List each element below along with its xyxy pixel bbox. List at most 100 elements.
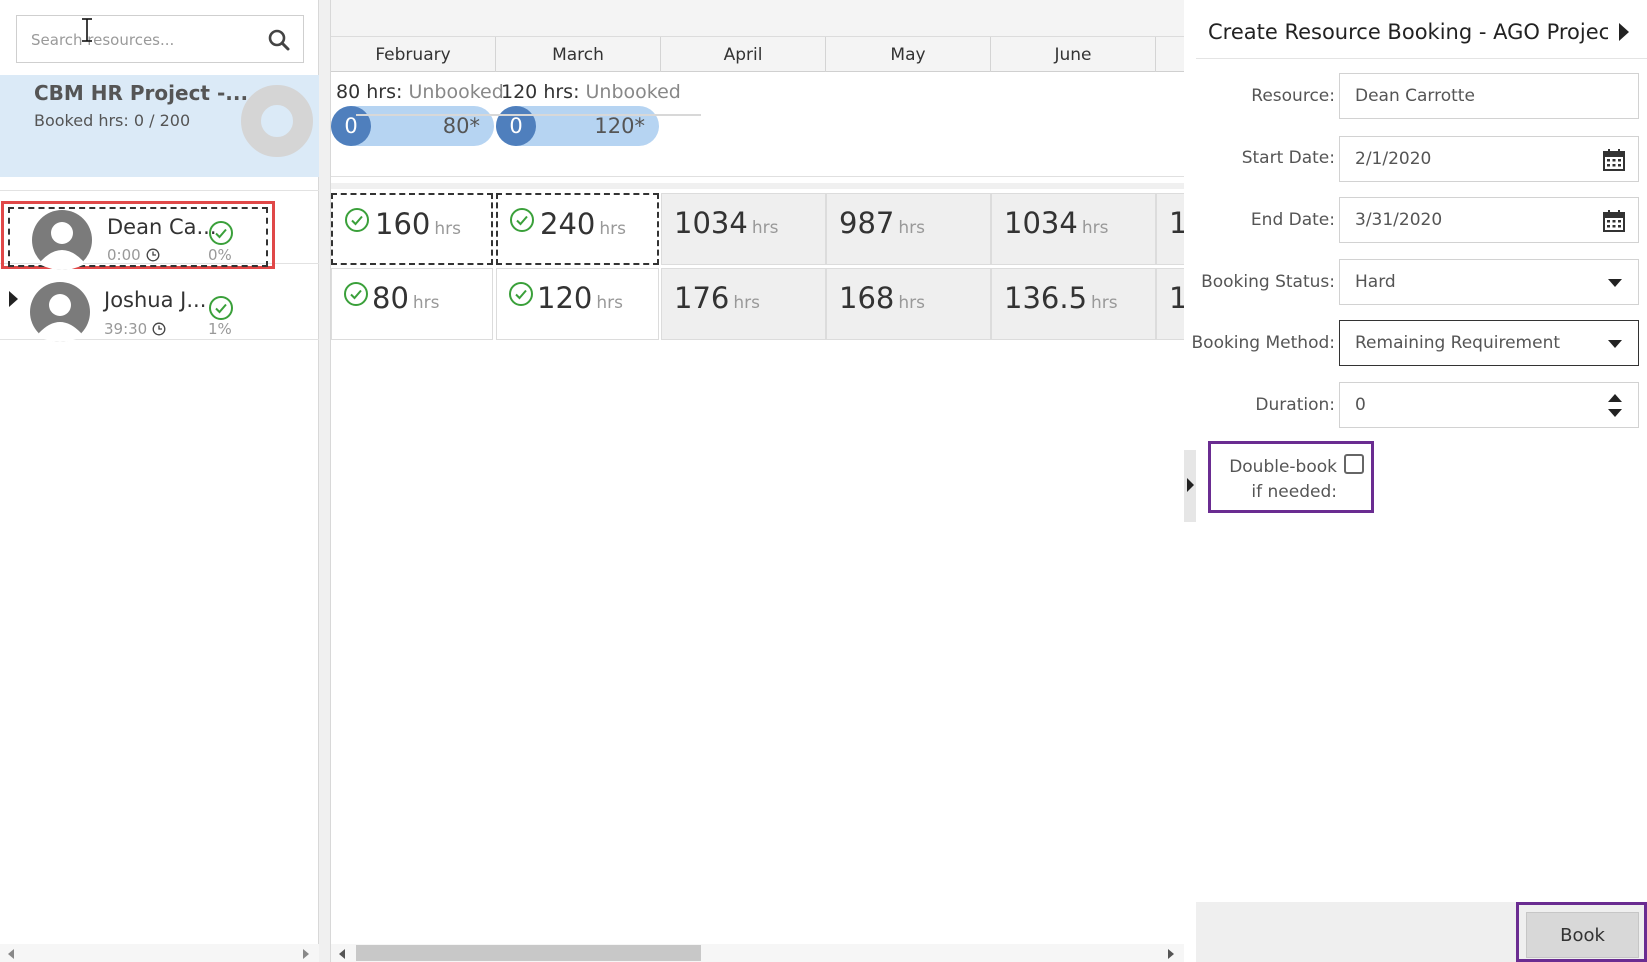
spin-down-icon[interactable]: [1608, 409, 1622, 417]
scrollbar-thumb[interactable]: [356, 945, 701, 961]
chevron-down-icon[interactable]: [1608, 279, 1622, 287]
availability-cell[interactable]: 176 hrs: [661, 268, 826, 340]
hours-value: 160 hrs: [375, 207, 461, 241]
check-circle-icon: [344, 282, 368, 306]
collapse-panel-handle[interactable]: [1184, 450, 1196, 522]
hours-value: 80 hrs: [372, 281, 440, 315]
availability-cell[interactable]: 240 hrs: [496, 193, 659, 265]
month-header-cell: February: [331, 37, 496, 72]
check-circle-icon: [509, 282, 533, 306]
calendar-icon[interactable]: [1602, 148, 1626, 172]
hours-value: 1: [1169, 281, 1184, 315]
resource-row[interactable]: Dean Ca... 0:00 0%: [0, 192, 319, 270]
divider: [331, 183, 1184, 189]
month-header-cell: [1156, 37, 1184, 72]
availability-cell[interactable]: 168 hrs: [826, 268, 991, 340]
availability-cell[interactable]: 160 hrs: [331, 193, 493, 265]
availability-cell[interactable]: 1: [1156, 193, 1184, 265]
month-header-cell: March: [496, 37, 661, 72]
book-button[interactable]: Book: [1526, 912, 1639, 958]
resource-name: Dean Ca...: [107, 215, 217, 239]
divider: [0, 190, 319, 191]
start-date-field[interactable]: 2/1/2020: [1339, 136, 1639, 182]
hours-value: 120 hrs: [537, 281, 623, 315]
horizontal-scrollbar[interactable]: [0, 944, 319, 962]
search-box[interactable]: [16, 15, 304, 63]
end-date-value: 3/31/2020: [1355, 210, 1443, 230]
scroll-right-icon[interactable]: [303, 949, 309, 959]
availability-cell[interactable]: 120 hrs: [496, 268, 659, 340]
duration-label: Duration:: [1255, 395, 1335, 415]
duration-value: 0: [1355, 395, 1366, 415]
availability-cell[interactable]: 80 hrs: [331, 268, 493, 340]
availability-cell[interactable]: 1034 hrs: [661, 193, 826, 265]
resource-field[interactable]: Dean Carrotte: [1339, 73, 1639, 119]
end-date-label: End Date:: [1250, 210, 1335, 230]
check-circle-icon: [209, 221, 233, 245]
booking-method-value: Remaining Requirement: [1355, 333, 1561, 353]
chevron-down-icon[interactable]: [1608, 340, 1622, 348]
resource-hours: 39:30: [104, 320, 166, 338]
resource-hours: 0:00: [107, 246, 160, 264]
availability-cell[interactable]: 136.5 hrs: [991, 268, 1156, 340]
double-book-checkbox[interactable]: [1344, 454, 1364, 474]
panel-splitter[interactable]: [319, 0, 331, 962]
hours-value: 1034 hrs: [674, 206, 779, 240]
spin-up-icon[interactable]: [1608, 394, 1622, 402]
booking-status-select[interactable]: Hard: [1339, 259, 1639, 305]
end-date-field[interactable]: 3/31/2020: [1339, 197, 1639, 243]
caret-right-icon: [1187, 478, 1194, 492]
hours-value: 987 hrs: [839, 206, 925, 240]
hours-value: 136.5 hrs: [1004, 281, 1118, 315]
horizontal-scrollbar[interactable]: [331, 944, 1184, 962]
project-card[interactable]: CBM HR Project -... Booked hrs: 0 / 200: [0, 75, 319, 177]
user-avatar-icon: [32, 210, 92, 270]
resource-utilization: 1%: [208, 320, 232, 338]
booking-status-label: Booking Status:: [1201, 272, 1335, 292]
month-header-cell: May: [826, 37, 991, 72]
availability-cell[interactable]: 1034 hrs: [991, 193, 1156, 265]
duration-input[interactable]: 0: [1339, 382, 1639, 428]
availability-cell[interactable]: 1: [1156, 268, 1184, 340]
search-icon[interactable]: [267, 28, 291, 52]
month-header-cell: June: [991, 37, 1156, 72]
scroll-left-icon[interactable]: [339, 949, 345, 959]
check-circle-icon: [510, 208, 534, 232]
requirement-scrollbar[interactable]: [356, 114, 701, 116]
resource-name: Joshua J...: [104, 288, 207, 312]
booking-status-value: Hard: [1355, 272, 1396, 292]
booking-form: Create Resource Booking - AGO Project - …: [1192, 0, 1647, 902]
availability-row: 160 hrs 240 hrs 1034 hrs 987 hrs 1034 hrs 1: [331, 193, 1184, 265]
schedule-grid: February March April May June 80 hrs: Un…: [331, 0, 1184, 962]
resource-hours-value: 0:00: [107, 246, 141, 264]
scroll-right-icon[interactable]: [1168, 949, 1174, 959]
start-date-label: Start Date:: [1241, 148, 1335, 168]
scroll-left-icon[interactable]: [8, 949, 14, 959]
double-book-label: Double-book if needed:: [1229, 457, 1337, 502]
resource-utilization: 0%: [208, 246, 232, 264]
expand-arrow-icon[interactable]: [9, 291, 18, 307]
hours-value: 1034 hrs: [1004, 206, 1109, 240]
caret-right-icon[interactable]: [1619, 23, 1629, 41]
requirement-label: 120 hrs: Unbooked: [501, 81, 681, 103]
booked-count: 0: [496, 106, 536, 146]
panel-title: Create Resource Booking - AGO Project - …: [1208, 20, 1608, 44]
resource-row[interactable]: Joshua J... 39:30 1%: [0, 268, 319, 342]
clock-icon: [152, 322, 166, 336]
availability-cell[interactable]: 987 hrs: [826, 193, 991, 265]
calendar-icon[interactable]: [1602, 209, 1626, 233]
booking-progress-ring: [241, 85, 313, 157]
hours-value: 240 hrs: [540, 207, 626, 241]
booking-method-select[interactable]: Remaining Requirement: [1339, 320, 1639, 366]
requirement-bar[interactable]: 0 120*: [496, 106, 659, 146]
availability-row: 80 hrs 120 hrs 176 hrs 168 hrs 136.5 hrs 1: [331, 268, 1184, 340]
start-date-value: 2/1/2020: [1355, 149, 1432, 169]
project-booked-hours: Booked hrs: 0 / 200: [34, 111, 191, 130]
search-input[interactable]: [31, 28, 261, 52]
requirement-bar[interactable]: 0 80*: [331, 106, 494, 146]
requirement-value: 80*: [442, 114, 480, 138]
resource-label: Resource:: [1251, 86, 1335, 106]
requirement-label: 80 hrs: Unbooked: [336, 81, 504, 103]
grid-toolbar: [331, 0, 1184, 37]
requirement-row: 80 hrs: Unbooked 0 80* 120 hrs: Unbooked…: [331, 73, 1184, 177]
